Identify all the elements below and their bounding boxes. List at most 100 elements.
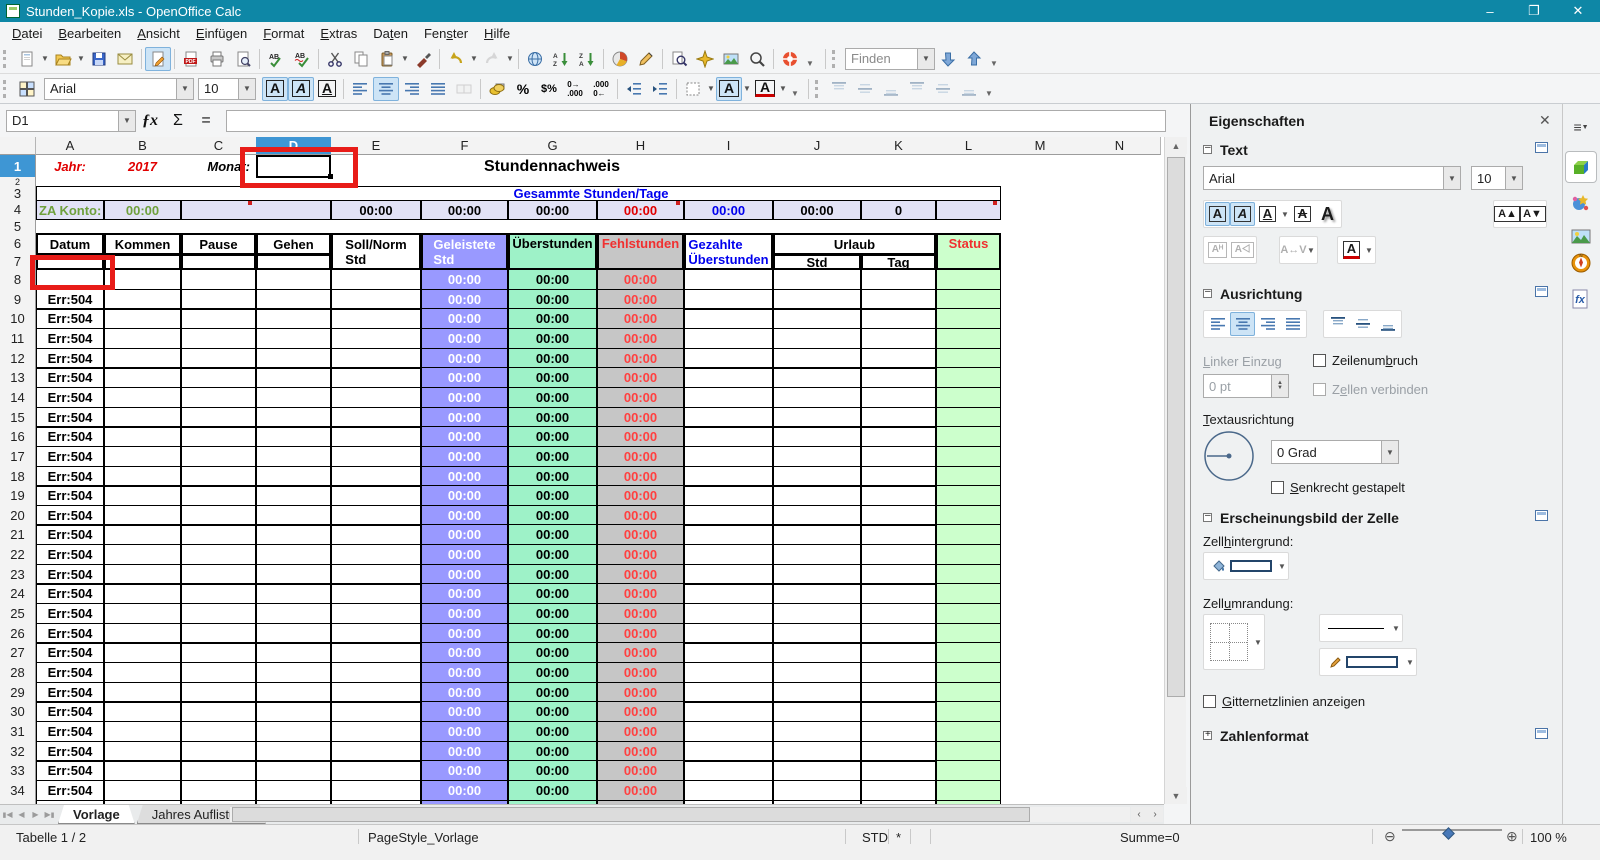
chevron-down-icon[interactable]: ▼ xyxy=(505,47,515,71)
cell-D25[interactable] xyxy=(256,603,331,624)
cell-D24[interactable] xyxy=(256,583,331,604)
cell-B29[interactable] xyxy=(104,682,181,703)
cell-L29[interactable] xyxy=(936,682,1001,703)
sidebar-shadow-button[interactable]: A xyxy=(1315,202,1340,226)
cell-H31[interactable]: 00:00 xyxy=(597,721,684,742)
percent-format-button[interactable]: % xyxy=(510,77,536,101)
cell-J27[interactable] xyxy=(773,642,861,663)
cell-background-color-button[interactable] xyxy=(1205,554,1277,578)
cell-K29[interactable] xyxy=(861,682,936,703)
cell-I22[interactable] xyxy=(684,544,773,565)
cell-F24[interactable]: 00:00 xyxy=(421,583,508,604)
cell-J33[interactable] xyxy=(773,760,861,781)
cell-H20[interactable]: 00:00 xyxy=(597,505,684,526)
cell-A30[interactable]: Err:504 xyxy=(36,701,104,722)
cell-J10[interactable] xyxy=(773,308,861,329)
cell-I11[interactable] xyxy=(684,328,773,349)
cell-E31[interactable] xyxy=(331,721,421,742)
cell-L19[interactable] xyxy=(936,485,1001,506)
cell-K28[interactable] xyxy=(861,662,936,683)
cell-K14[interactable] xyxy=(861,387,936,408)
cell-F9[interactable]: 00:00 xyxy=(421,289,508,310)
orientation-dial[interactable] xyxy=(1203,430,1255,485)
zoom-button[interactable] xyxy=(744,47,770,71)
cell-C9[interactable] xyxy=(181,289,256,310)
cell-B33[interactable] xyxy=(104,760,181,781)
cell-K24[interactable] xyxy=(861,583,936,604)
section-cell-appearance-header[interactable]: Erscheinungsbild der Zelle xyxy=(1203,510,1399,526)
obj-align-left-button[interactable] xyxy=(826,77,852,101)
menu-fenster[interactable]: Fenster xyxy=(416,24,476,43)
cell-F16[interactable]: 00:00 xyxy=(421,426,508,447)
cell-I27[interactable] xyxy=(684,642,773,663)
row-header-12[interactable]: 12 xyxy=(0,348,36,369)
cell-B25[interactable] xyxy=(104,603,181,624)
cell-C10[interactable] xyxy=(181,308,256,329)
cell-A23[interactable]: Err:504 xyxy=(36,564,104,585)
sum-indicator[interactable]: Summe=0 xyxy=(1120,829,1180,847)
border-picker-button[interactable] xyxy=(1205,617,1253,667)
cell-F30[interactable]: 00:00 xyxy=(421,701,508,722)
cell-C12[interactable] xyxy=(181,348,256,369)
cell-D15[interactable] xyxy=(256,407,331,428)
row-header-10[interactable]: 10 xyxy=(0,308,36,329)
cell-J14[interactable] xyxy=(773,387,861,408)
cell-E21[interactable] xyxy=(331,524,421,545)
cell-H30[interactable]: 00:00 xyxy=(597,701,684,722)
chevron-down-icon[interactable]: ▼ xyxy=(778,77,788,101)
find-next-button[interactable] xyxy=(935,47,961,71)
sheet-tab-vorlage[interactable]: Vorlage xyxy=(58,805,135,824)
cell-C20[interactable] xyxy=(181,505,256,526)
chevron-down-icon[interactable]: ▼ xyxy=(238,79,255,99)
cell-G29[interactable]: 00:00 xyxy=(508,682,597,703)
cell-C15[interactable] xyxy=(181,407,256,428)
cell-K33[interactable] xyxy=(861,760,936,781)
toolbar-overflow-icon[interactable]: ▼ xyxy=(982,77,996,101)
cell-L13[interactable] xyxy=(936,367,1001,388)
cell-K21[interactable] xyxy=(861,524,936,545)
cell-A16[interactable]: Err:504 xyxy=(36,426,104,447)
cell-F4[interactable]: 00:00 xyxy=(421,200,508,220)
cell-D32[interactable] xyxy=(256,741,331,762)
wrap-text-checkbox[interactable]: Zeilenumbruch xyxy=(1313,353,1418,368)
cell-H17[interactable]: 00:00 xyxy=(597,446,684,467)
cell-E13[interactable] xyxy=(331,367,421,388)
currency-format-button[interactable] xyxy=(484,77,510,101)
cell-B30[interactable] xyxy=(104,701,181,722)
auto-spellcheck-button[interactable]: AB xyxy=(289,47,315,71)
chevron-down-icon[interactable]: ▼ xyxy=(40,47,50,71)
cell-K20[interactable] xyxy=(861,505,936,526)
row-header-1[interactable]: 1 xyxy=(0,155,36,178)
cell-B7[interactable] xyxy=(104,254,181,270)
spellcheck-button[interactable]: AB xyxy=(263,47,289,71)
sidebar-close-icon[interactable]: ✕ xyxy=(1539,112,1551,129)
row-header-24[interactable]: 24 xyxy=(0,583,36,604)
zoom-level[interactable]: 100 % xyxy=(1530,829,1567,847)
cell-appearance-dialog-launcher-icon[interactable] xyxy=(1535,510,1548,521)
cell-G9[interactable]: 00:00 xyxy=(508,289,597,310)
cell-K27[interactable] xyxy=(861,642,936,663)
cell-F21[interactable]: 00:00 xyxy=(421,524,508,545)
cell-J32[interactable] xyxy=(773,741,861,762)
cell-H21[interactable]: 00:00 xyxy=(597,524,684,545)
cell-C19[interactable] xyxy=(181,485,256,506)
cell-B26[interactable] xyxy=(104,623,181,644)
column-header-F[interactable]: F xyxy=(421,137,509,155)
toolbar-overflow-icon[interactable]: ▼ xyxy=(987,47,1001,71)
cell-B32[interactable] xyxy=(104,741,181,762)
italic-button[interactable]: A xyxy=(288,77,314,101)
align-right-button[interactable] xyxy=(399,77,425,101)
align-center-button[interactable] xyxy=(373,77,399,101)
insert-chart-button[interactable] xyxy=(607,47,633,71)
cell-K7[interactable]: Tag xyxy=(861,254,936,270)
undo-button[interactable] xyxy=(443,47,469,71)
menu-format[interactable]: Format xyxy=(255,24,312,43)
cell-I18[interactable] xyxy=(684,466,773,487)
cell-C34[interactable] xyxy=(181,780,256,801)
cell-G34[interactable]: 00:00 xyxy=(508,780,597,801)
cell-G25[interactable]: 00:00 xyxy=(508,603,597,624)
cell-I4[interactable]: 00:00 xyxy=(684,200,773,220)
cell-A10[interactable]: Err:504 xyxy=(36,308,104,329)
cell-J13[interactable] xyxy=(773,367,861,388)
chevron-down-icon[interactable]: ▼ xyxy=(176,79,193,99)
